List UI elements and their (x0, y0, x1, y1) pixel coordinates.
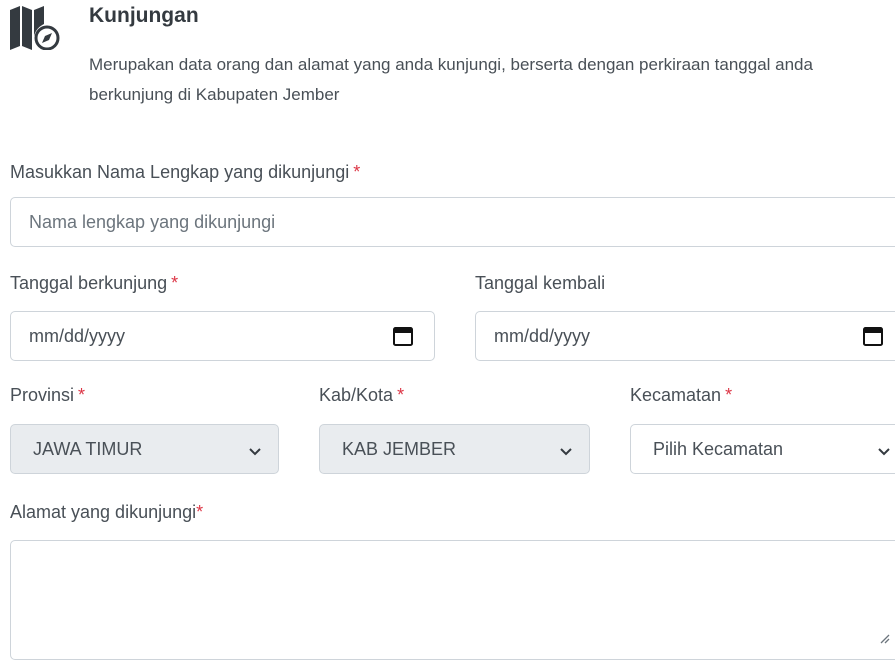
kecamatan-select[interactable]: Pilih Kecamatan (630, 424, 895, 474)
nama-label: Masukkan Nama Lengkap yang dikunjungi * (10, 162, 360, 183)
required-marker: * (78, 385, 86, 405)
provinsi-selected: JAWA TIMUR (33, 438, 143, 459)
tanggal-berkunjung-label-text: Tanggal berkunjung (10, 273, 168, 293)
calendar-icon[interactable] (392, 325, 414, 347)
kab-kota-label: Kab/Kota * (319, 385, 404, 406)
map-compass-icon (10, 6, 62, 51)
kab-kota-selected: KAB JEMBER (342, 438, 457, 459)
provinsi-label: Provinsi * (10, 385, 85, 406)
required-marker: * (171, 273, 179, 293)
provinsi-label-text: Provinsi (10, 385, 75, 405)
kab-kota-label-text: Kab/Kota (319, 385, 394, 405)
nama-placeholder: Nama lengkap yang dikunjungi (29, 211, 276, 232)
tanggal-berkunjung-label: Tanggal berkunjung * (10, 273, 178, 294)
alamat-textarea[interactable] (10, 540, 895, 660)
calendar-icon[interactable] (862, 325, 884, 347)
required-marker: * (353, 162, 361, 182)
tanggal-kembali-value: mm/dd/yyyy (494, 325, 591, 346)
section-title: Kunjungan (89, 4, 199, 27)
chevron-down-icon (559, 442, 573, 456)
required-marker: * (725, 385, 733, 405)
required-marker: * (196, 502, 204, 522)
kecamatan-selected: Pilih Kecamatan (653, 438, 784, 459)
section-description: Merupakan data orang dan alamat yang and… (89, 55, 813, 104)
resize-handle-icon[interactable] (878, 631, 890, 644)
kecamatan-label: Kecamatan * (630, 385, 732, 406)
nama-label-text: Masukkan Nama Lengkap yang dikunjungi (10, 162, 350, 182)
tanggal-berkunjung-input[interactable]: mm/dd/yyyy (10, 311, 435, 361)
nama-input[interactable]: Nama lengkap yang dikunjungi (10, 197, 895, 247)
alamat-label-text: Alamat yang dikunjungi (10, 502, 197, 522)
kab-kota-select[interactable]: KAB JEMBER (319, 424, 590, 474)
chevron-down-icon (877, 442, 891, 456)
tanggal-kembali-input[interactable]: mm/dd/yyyy (475, 311, 895, 361)
alamat-label: Alamat yang dikunjungi* (10, 502, 203, 523)
required-marker: * (397, 385, 405, 405)
kecamatan-label-text: Kecamatan (630, 385, 722, 405)
tanggal-kembali-label: Tanggal kembali (475, 273, 606, 293)
tanggal-berkunjung-value: mm/dd/yyyy (29, 325, 126, 346)
provinsi-select[interactable]: JAWA TIMUR (10, 424, 279, 474)
chevron-down-icon (248, 442, 262, 456)
